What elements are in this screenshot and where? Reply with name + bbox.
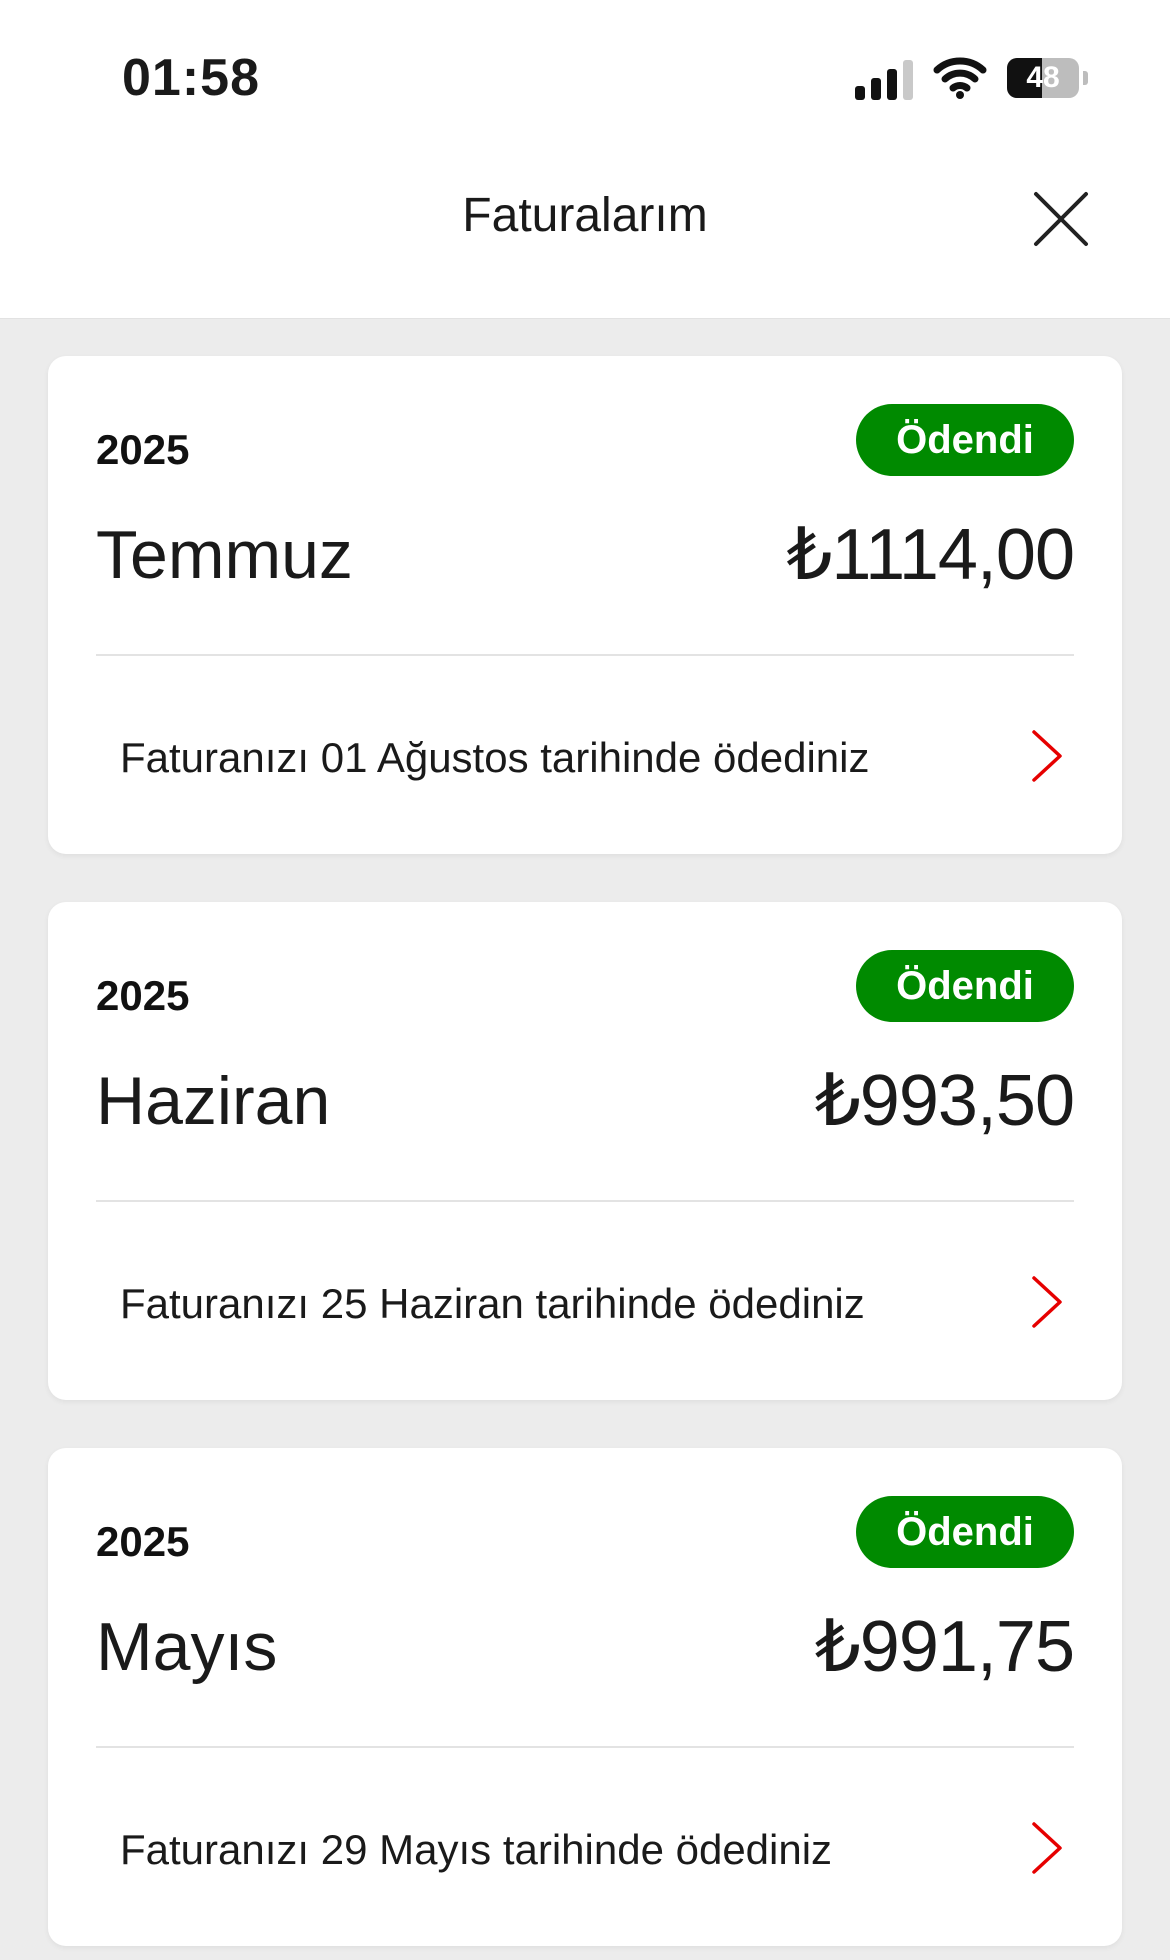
payment-note: Faturanızı 25 Haziran tarihinde ödediniz: [120, 1280, 865, 1327]
bill-month: Mayıs: [96, 1609, 278, 1685]
battery-icon: 48: [1007, 58, 1079, 98]
bill-year: 2025: [96, 426, 190, 473]
bill-amount: ₺993,50: [814, 1061, 1075, 1141]
status-badge: Ödendi: [856, 1496, 1074, 1568]
bill-amount: ₺991,75: [814, 1607, 1075, 1687]
bill-month: Haziran: [96, 1063, 331, 1139]
payment-note: Faturanızı 01 Ağustos tarihinde ödediniz: [120, 734, 870, 781]
battery-level: 48: [1026, 61, 1060, 94]
battery-tip: [1083, 71, 1088, 85]
close-icon[interactable]: [1030, 188, 1092, 250]
bill-card[interactable]: 2025 Ödendi Temmuz ₺1114,00 Faturanızı 0…: [48, 356, 1122, 854]
chevron-right-icon[interactable]: [1030, 1820, 1064, 1876]
bill-month: Temmuz: [96, 517, 353, 593]
chevron-right-icon[interactable]: [1030, 1274, 1064, 1330]
card-divider: [96, 1746, 1074, 1748]
bill-card[interactable]: 2025 Ödendi Mayıs ₺991,75 Faturanızı 29 …: [48, 1448, 1122, 1946]
cellular-signal-icon: [855, 56, 915, 100]
bill-card[interactable]: 2025 Ödendi Haziran ₺993,50 Faturanızı 2…: [48, 902, 1122, 1400]
page-title: Faturalarım: [462, 189, 708, 242]
payment-note: Faturanızı 29 Mayıs tarihinde ödediniz: [120, 1826, 833, 1873]
status-badge: Ödendi: [856, 950, 1074, 1022]
bill-year: 2025: [96, 1518, 190, 1565]
wifi-icon: [933, 57, 987, 99]
bill-year: 2025: [96, 972, 190, 1019]
chevron-right-icon[interactable]: [1030, 728, 1064, 784]
card-divider: [96, 1200, 1074, 1202]
status-time: 01:58: [122, 49, 260, 107]
top-bar: 01:58 48 Faturalarım: [0, 0, 1170, 319]
bill-amount: ₺1114,00: [786, 515, 1075, 595]
card-divider: [96, 654, 1074, 656]
status-badge: Ödendi: [856, 404, 1074, 476]
